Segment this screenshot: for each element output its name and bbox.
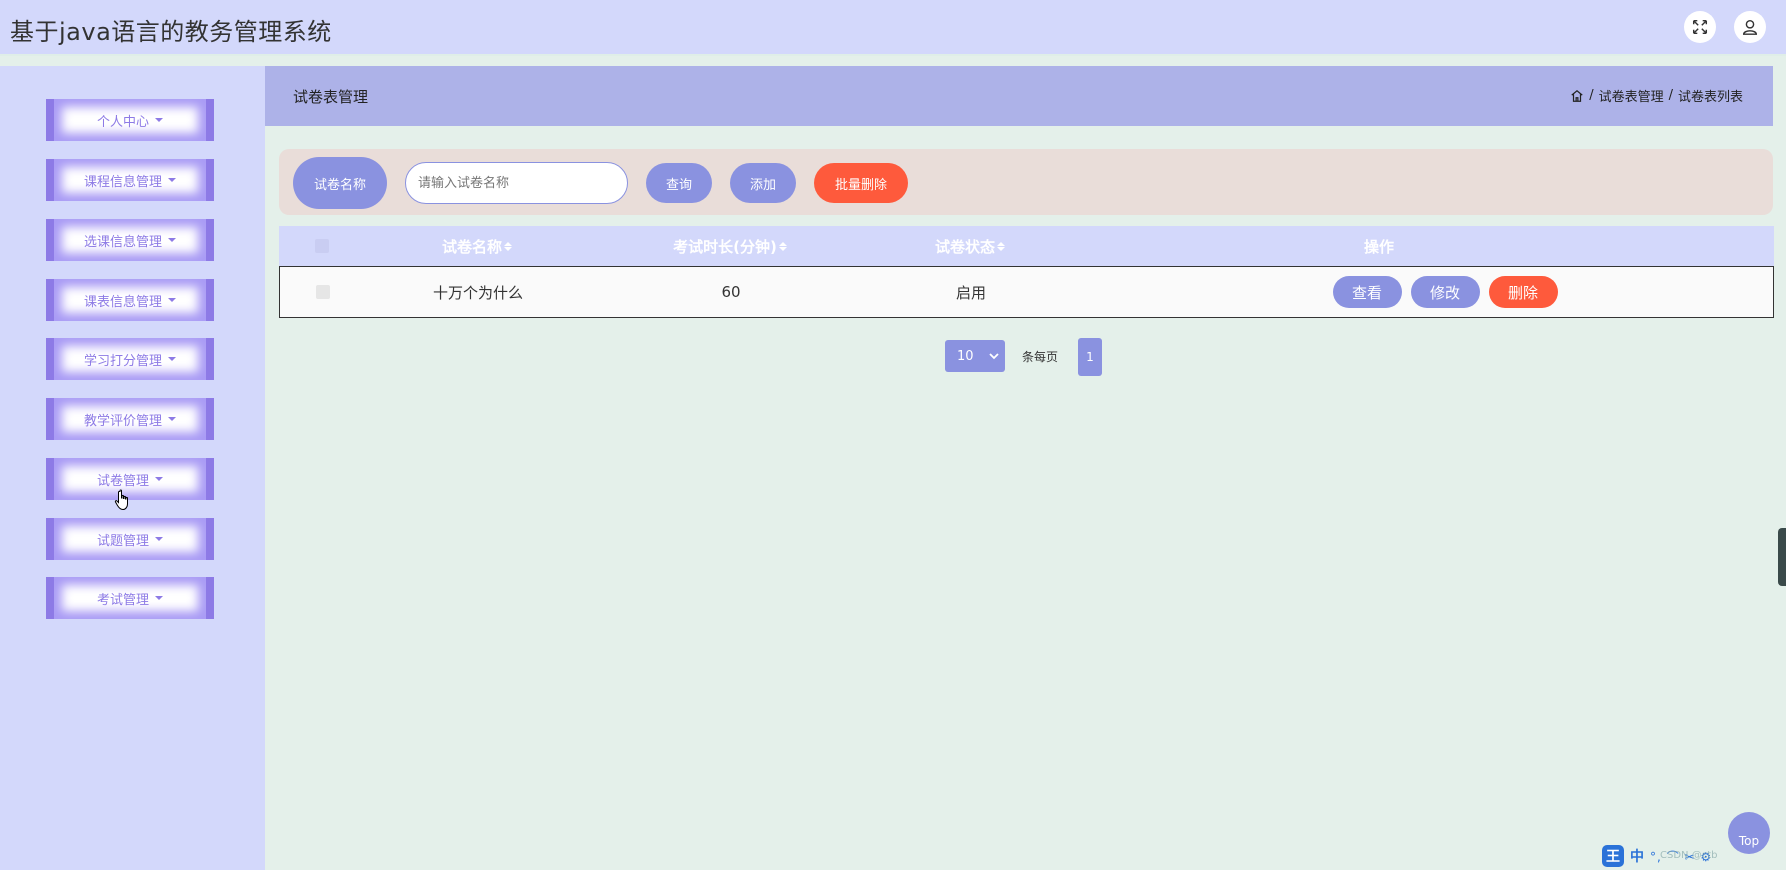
menu-inner: 个人中心 (54, 99, 206, 141)
sidebar-item-label: 学习打分管理 (83, 353, 162, 369)
select-all-checkbox[interactable] (315, 239, 329, 253)
breadcrumb-separator: / (1668, 88, 1673, 103)
data-table: 试卷名称 考试时长(分钟) 试卷状态 操作 十万个为什么 60 启用 查看 修改… (279, 226, 1774, 318)
user-icon (1742, 19, 1758, 35)
sidebar: 个人中心 课程信息管理 选课信息管理 课表信息管理 学习打分管理 教学评价管理 … (0, 66, 265, 870)
sidebar-item-exam[interactable]: 考试管理 (46, 577, 214, 619)
sidebar-item-exam-paper[interactable]: 试卷管理 (46, 458, 214, 500)
menu-inner: 学习打分管理 (54, 338, 206, 380)
ime-logo-icon[interactable]: 王 (1602, 845, 1624, 867)
sidebar-item-label: 课表信息管理 (83, 294, 162, 310)
column-header-label: 试卷状态 (934, 237, 995, 256)
user-button[interactable] (1734, 11, 1766, 43)
breadcrumb: / 试卷表管理 / 试卷表列表 (1570, 86, 1743, 105)
sidebar-item-course-selection[interactable]: 选课信息管理 (46, 219, 214, 261)
sidebar-item-label: 教学评价管理 (83, 413, 162, 429)
menu-inner: 课表信息管理 (54, 279, 206, 321)
caret-down-icon (168, 357, 176, 361)
caret-down-icon (155, 537, 163, 541)
batch-delete-button[interactable]: 批量删除 (814, 163, 908, 203)
column-header-label: 试卷名称 (441, 237, 502, 256)
menu-inner: 选课信息管理 (54, 219, 206, 261)
ime-mode[interactable]: 中 (1630, 846, 1644, 866)
caret-down-icon (155, 118, 163, 122)
home-icon[interactable] (1570, 89, 1584, 103)
delete-button[interactable]: 删除 (1488, 276, 1558, 308)
page-number-button[interactable]: 1 (1078, 338, 1102, 376)
caret-down-icon (155, 477, 163, 481)
page-title: 试卷表管理 (293, 88, 369, 106)
sidebar-item-label: 考试管理 (96, 592, 149, 608)
page-size-value: 10 (957, 348, 974, 364)
sidebar-item-course-info[interactable]: 课程信息管理 (46, 159, 214, 201)
add-button[interactable]: 添加 (730, 163, 796, 203)
sort-icon (778, 241, 787, 251)
select-all-cell (279, 226, 365, 266)
caret-down-icon (168, 178, 176, 182)
column-header-status[interactable]: 试卷状态 (859, 226, 1081, 266)
page-header: 试卷表管理 / 试卷表管理 / 试卷表列表 (265, 66, 1773, 126)
cell-duration: 60 (721, 283, 741, 301)
caret-down-icon (155, 596, 163, 600)
sort-icon (997, 241, 1005, 251)
breadcrumb-level2: 试卷表列表 (1677, 90, 1743, 105)
edit-button[interactable]: 修改 (1410, 276, 1480, 308)
sidebar-item-timetable[interactable]: 课表信息管理 (46, 279, 214, 321)
breadcrumb-level1[interactable]: 试卷表管理 (1599, 86, 1664, 105)
caret-down-icon (168, 298, 176, 302)
cell-name: 十万个为什么 (432, 283, 523, 302)
menu-inner: 试题管理 (54, 518, 206, 560)
sidebar-item-questions[interactable]: 试题管理 (46, 518, 214, 560)
column-header-name[interactable]: 试卷名称 (365, 226, 589, 266)
sidebar-item-label: 试题管理 (96, 533, 149, 549)
per-page-label: 条每页 (1022, 350, 1059, 364)
view-button[interactable]: 查看 (1332, 276, 1402, 308)
search-label: 试卷名称 (293, 157, 387, 209)
breadcrumb-separator: / (1589, 88, 1594, 103)
page-size-select[interactable]: 10 (945, 340, 1005, 372)
column-header-label: 考试时长(分钟) (673, 237, 777, 256)
row-select-cell (280, 267, 366, 317)
sidebar-item-label: 课程信息管理 (83, 174, 162, 190)
column-header-duration[interactable]: 考试时长(分钟) (619, 226, 841, 266)
table-header: 试卷名称 考试时长(分钟) 试卷状态 操作 (279, 226, 1774, 266)
cell-status: 启用 (955, 283, 986, 302)
top-header: 基于java语言的教务管理系统 (0, 0, 1786, 56)
expand-icon (1692, 19, 1708, 35)
caret-down-icon (168, 417, 176, 421)
watermark: CSDN @ctb (1660, 850, 1718, 861)
column-header-actions: 操作 (1179, 226, 1579, 266)
search-bar: 试卷名称 查询 添加 批量删除 (279, 149, 1773, 215)
chevron-down-icon (989, 353, 999, 360)
sidebar-item-label: 试卷管理 (96, 473, 149, 489)
sidebar-item-teaching-evaluation[interactable]: 教学评价管理 (46, 398, 214, 440)
menu-inner: 考试管理 (54, 577, 206, 619)
table-row: 十万个为什么 60 启用 查看 修改 删除 (279, 266, 1774, 318)
menu-inner: 课程信息管理 (54, 159, 206, 201)
sidebar-item-label: 个人中心 (96, 114, 149, 130)
caret-down-icon (168, 238, 176, 242)
side-drawer-handle[interactable] (1778, 528, 1786, 586)
search-input[interactable] (405, 162, 628, 204)
column-header-label: 操作 (1363, 237, 1394, 256)
app-title: 基于java语言的教务管理系统 (10, 18, 332, 46)
menu-inner: 试卷管理 (54, 458, 206, 500)
fullscreen-button[interactable] (1684, 11, 1716, 43)
row-checkbox[interactable] (316, 285, 330, 299)
query-button[interactable]: 查询 (646, 163, 712, 203)
sidebar-item-label: 选课信息管理 (83, 234, 162, 250)
sidebar-item-learning-score[interactable]: 学习打分管理 (46, 338, 214, 380)
cell-actions: 查看 修改 删除 (1330, 267, 1560, 317)
sort-icon (504, 241, 512, 251)
menu-inner: 教学评价管理 (54, 398, 206, 440)
ime-toolbar: 王 中 °, ⌒ ✂ ⚙ CSDN @ctb (1602, 844, 1786, 868)
sidebar-item-personal-center[interactable]: 个人中心 (46, 99, 214, 141)
